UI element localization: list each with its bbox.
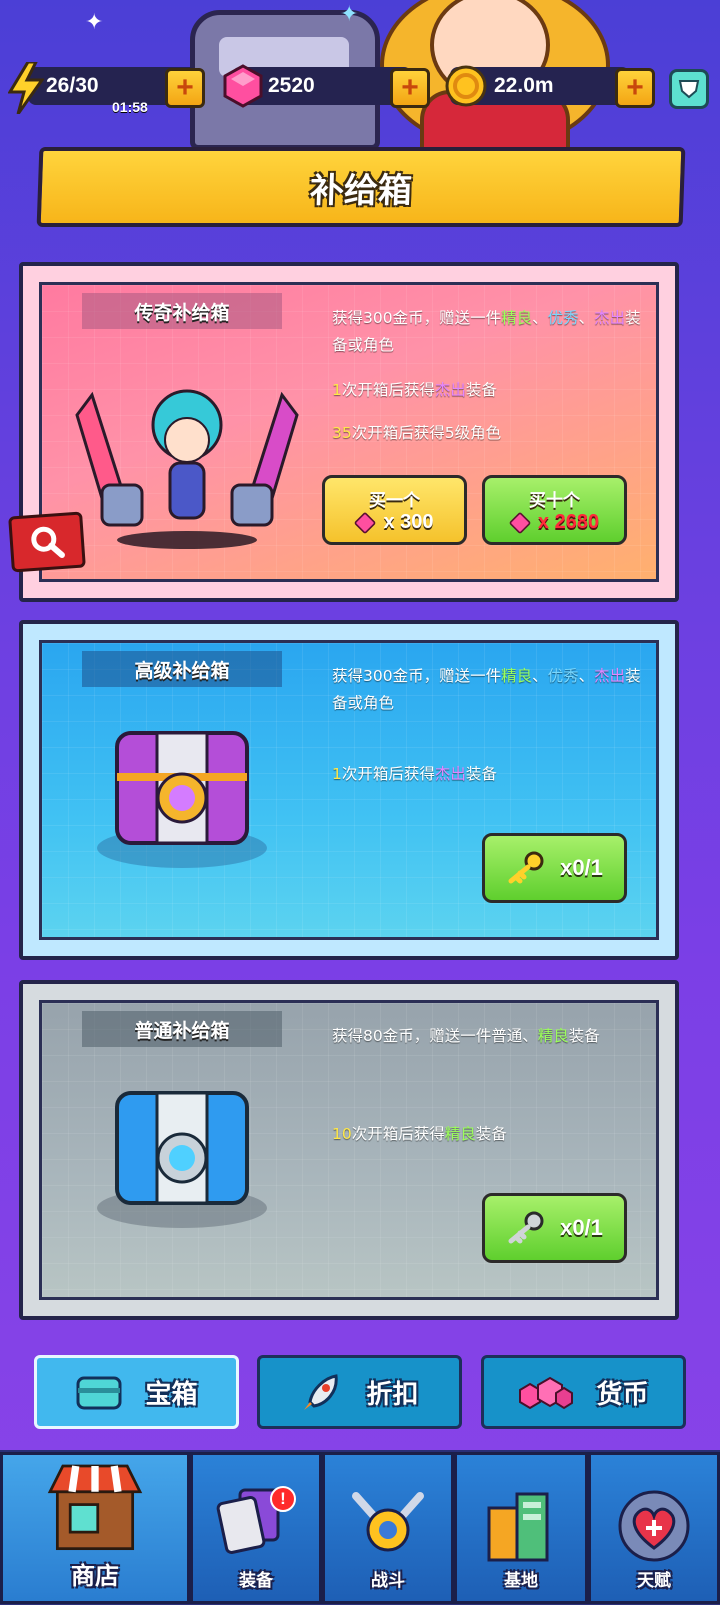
- legendary-crate-panel: 传奇补给箱 获得300金币，赠送一件精良、优秀、杰出装备或角色 1次开箱后获得杰…: [39, 282, 659, 582]
- tab-label: 宝箱: [145, 1379, 198, 1410]
- buy-ten-button[interactable]: 买十个 x 2680: [482, 475, 627, 545]
- nav-label: 基地: [504, 1571, 538, 1591]
- tab-discount[interactable]: 折扣: [257, 1355, 462, 1429]
- buy-one-button[interactable]: 买一个 x 300: [322, 475, 467, 545]
- gem-icon: [223, 64, 263, 108]
- nav-label: 天赋: [637, 1571, 671, 1591]
- nav-label: 战斗: [371, 1571, 405, 1591]
- tab-chests[interactable]: 宝箱: [34, 1355, 239, 1429]
- magnifier-icon: [31, 526, 65, 558]
- buy-ten-label: 买十个: [529, 491, 580, 510]
- chest-icon: [76, 1376, 122, 1410]
- shield-icon: [678, 80, 700, 99]
- blue-chest-icon: [97, 1091, 267, 1228]
- base-building-icon: [487, 1492, 549, 1562]
- gem-icon: [508, 511, 532, 534]
- energy-timer: 01:58: [112, 99, 148, 115]
- add-energy-button[interactable]: +: [165, 68, 205, 108]
- crate-description: 获得300金币，赠送一件精良、优秀、杰出装备或角色: [332, 309, 641, 354]
- legendary-character-art: [75, 389, 299, 549]
- coin-icon: [445, 65, 487, 107]
- nav-battle[interactable]: 战斗: [322, 1452, 454, 1604]
- purple-chest-icon: [97, 731, 267, 868]
- gems-pile-icon: [519, 1376, 574, 1410]
- key-count: x0/1: [560, 1215, 603, 1240]
- sparkle-icon: ✦: [340, 2, 359, 27]
- talent-heart-icon: [618, 1490, 690, 1562]
- tab-label: 货币: [596, 1379, 649, 1410]
- advanced-crate-panel: 高级补给箱 获得300金币，赠送一件精良、优秀、杰出装备或角色 1次开箱后获得杰…: [39, 640, 659, 940]
- crate-name: 普通补给箱: [82, 1011, 282, 1047]
- page-title: 补给箱: [309, 170, 413, 211]
- advanced-crate-card: 高级补给箱 获得300金币，赠送一件精良、优秀、杰出装备或角色 1次开箱后获得杰…: [19, 620, 679, 960]
- tab-label: 折扣: [366, 1379, 419, 1410]
- normal-crate-panel: 普通补给箱 获得80金币，赠送一件普通、精良装备 10次开箱后获得精良装备 x0…: [39, 1000, 659, 1300]
- crate-description: 获得80金币，赠送一件普通、精良装备: [332, 1027, 600, 1045]
- crate-name: 传奇补给箱: [82, 293, 282, 329]
- nav-base[interactable]: 基地: [454, 1452, 588, 1604]
- crate-guarantee-line: 10次开箱后获得精良装备: [332, 1125, 507, 1143]
- buy-ten-price: x 2680: [508, 511, 599, 534]
- silver-key-icon: [508, 1211, 544, 1244]
- gem-icon: [354, 511, 377, 534]
- tab-currency[interactable]: 货币: [481, 1355, 686, 1429]
- shop-shield-button[interactable]: [669, 69, 709, 109]
- gold-key-icon: [508, 851, 544, 884]
- crate-guarantee-line: 1次开箱后获得杰出装备: [332, 765, 497, 783]
- crate-guarantee-line: 35次开箱后获得5级角色: [332, 424, 502, 442]
- battle-icon: [352, 1492, 424, 1552]
- equipment-icon-wrap: !: [216, 1486, 296, 1566]
- add-gems-button[interactable]: +: [390, 68, 430, 108]
- crate-guarantee-line: 1次开箱后获得杰出装备: [332, 381, 497, 399]
- nav-equipment[interactable]: ! 装备: [190, 1452, 322, 1604]
- rocket-icon: [304, 1374, 339, 1410]
- nav-label: 商店: [71, 1562, 119, 1590]
- lightning-icon: [8, 62, 44, 114]
- notification-badge: !: [270, 1486, 296, 1512]
- add-coins-button[interactable]: +: [615, 68, 655, 108]
- nav-shop[interactable]: 商店: [0, 1452, 190, 1604]
- key-count: x0/1: [560, 855, 603, 880]
- coins-value: 22.0m: [494, 74, 554, 97]
- nav-talent[interactable]: 天赋: [588, 1452, 720, 1604]
- crate-description: 获得300金币，赠送一件精良、优秀、杰出装备或角色: [332, 667, 641, 712]
- open-with-key-button[interactable]: x0/1: [482, 1193, 627, 1263]
- energy-value: 26/30: [46, 74, 99, 97]
- legendary-crate-card: 传奇补给箱 获得300金币，赠送一件精良、优秀、杰出装备或角色 1次开箱后获得杰…: [19, 262, 679, 602]
- shop-icon: [47, 1464, 143, 1551]
- buy-one-price: x 300: [354, 511, 434, 534]
- open-with-key-button[interactable]: x0/1: [482, 833, 627, 903]
- search-button[interactable]: [8, 511, 86, 573]
- page-title-banner: 补给箱: [36, 147, 686, 227]
- normal-crate-card: 普通补给箱 获得80金币，赠送一件普通、精良装备 10次开箱后获得精良装备 x0…: [19, 980, 679, 1320]
- buy-one-label: 买一个: [369, 491, 420, 510]
- gems-value: 2520: [268, 74, 315, 97]
- nav-label: 装备: [239, 1571, 273, 1591]
- sparkle-icon: ✦: [85, 10, 104, 35]
- crate-name: 高级补给箱: [82, 651, 282, 687]
